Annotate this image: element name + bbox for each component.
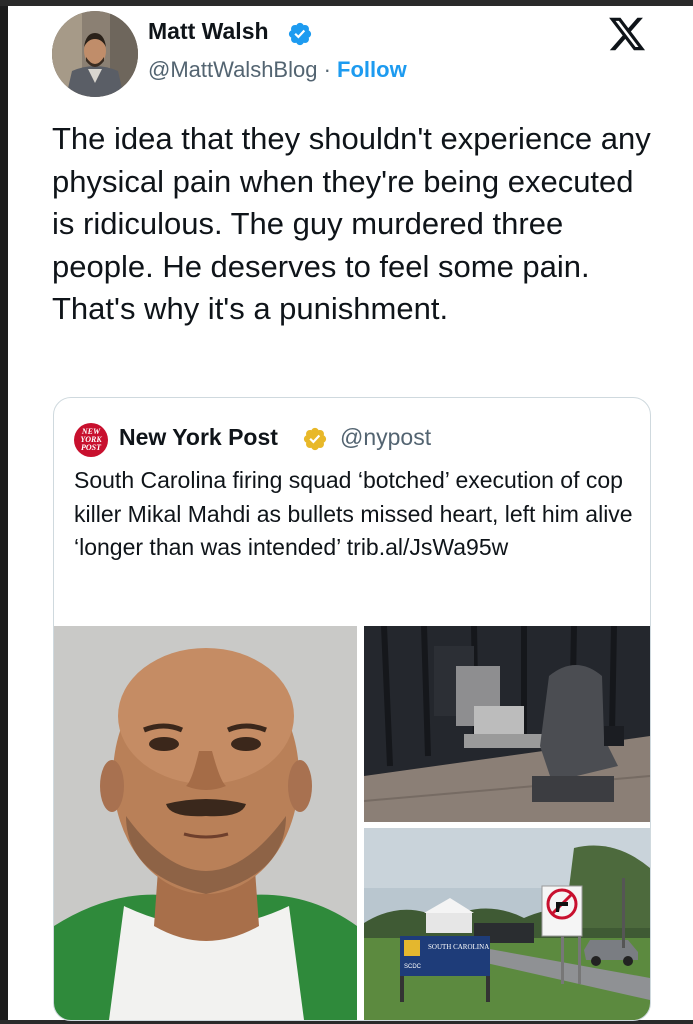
- screen-edge-left: [0, 0, 8, 1024]
- author-handle-line: @MattWalshBlog · Follow: [148, 57, 407, 83]
- screen-edge-top: [0, 0, 693, 6]
- prison-exterior-photo[interactable]: SOUTH CAROLINA SCDC: [364, 828, 650, 1020]
- quoted-media-grid: SOUTH CAROLINA SCDC: [54, 626, 650, 1020]
- separator-dot: ·: [323, 57, 331, 82]
- nypost-logo: NEW YORK POST: [74, 423, 108, 457]
- author-name[interactable]: Matt Walsh: [148, 18, 269, 45]
- execution-chamber-photo[interactable]: [364, 626, 650, 822]
- quoted-author-handle[interactable]: @nypost: [340, 424, 431, 451]
- quoted-author-name[interactable]: New York Post: [119, 424, 278, 451]
- quoted-post-text: South Carolina firing squad ‘botched’ ex…: [74, 467, 633, 560]
- author-avatar[interactable]: [52, 11, 138, 97]
- x-logo-icon[interactable]: [607, 14, 647, 54]
- author-handle[interactable]: @MattWalshBlog: [148, 57, 317, 82]
- nypost-logo-text: NEW YORK POST: [80, 427, 102, 452]
- post-text: The idea that they shouldn't experience …: [52, 121, 651, 326]
- sign-heading: SOUTH CAROLINA: [428, 943, 489, 951]
- verified-badge-icon: [288, 22, 312, 46]
- sign-scdc: SCDC: [404, 964, 422, 970]
- mugshot-photo[interactable]: [54, 626, 357, 1020]
- follow-button[interactable]: Follow: [337, 57, 407, 82]
- gold-verified-badge-icon: [303, 427, 327, 451]
- quoted-post-card[interactable]: NEW YORK POST New York Post @nypost Sout…: [53, 397, 651, 1021]
